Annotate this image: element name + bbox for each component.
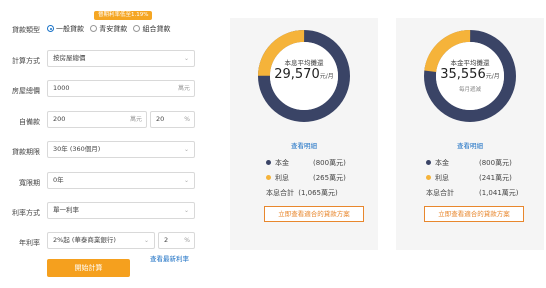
payment-donut-chart: 本息平均攤還 29,570元/月 — [257, 29, 351, 123]
interest-row: 利息 (241萬元) — [426, 173, 512, 183]
result-panel-equal-payment: 本息平均攤還 29,570元/月 查看明細 本金 (800萬元) 利息 (265… — [230, 18, 378, 250]
loan-type-option-youth[interactable]: 青安貸款 — [90, 25, 127, 33]
monthly-amount: 29,570元/月 — [257, 67, 351, 82]
principal-row: 本金 (800萬元) — [426, 158, 512, 168]
total-row: 本息合計 (1,065萬元) — [266, 189, 338, 197]
house-price-label: 房屋總價 — [12, 87, 40, 95]
annual-rate-select[interactable]: 2%起 (華泰商業銀行) ⌄ — [47, 232, 155, 249]
chevron-down-icon: ⌄ — [183, 207, 189, 214]
principal-row: 本金 (800萬元) — [266, 158, 346, 168]
latest-rate-link[interactable]: 查看最新利率 — [150, 253, 189, 263]
grace-period-select[interactable]: 0年 ⌄ — [47, 172, 195, 189]
calc-method-label: 計算方式 — [12, 57, 40, 65]
view-loan-plans-button[interactable]: 立即查看適合的貸款方案 — [264, 206, 364, 222]
interest-legend-dot-icon — [266, 175, 271, 180]
annual-rate-percent-input[interactable]: 2 % — [158, 232, 195, 249]
result-panel-equal-principal: 本金平均攤還 35,556元/月 每月遞減 查看明細 本金 (800萬元) 利息… — [396, 18, 544, 250]
loan-term-label: 貸款期限 — [12, 148, 40, 156]
loan-type-radio-group: 一般貸款 青安貸款 組合貸款 — [47, 24, 170, 34]
interest-row: 利息 (265萬元) — [266, 173, 346, 183]
monthly-amount-value: 29,570 — [274, 67, 320, 82]
loan-type-option-combo[interactable]: 組合貸款 — [133, 25, 170, 33]
chevron-down-icon: ⌄ — [183, 177, 189, 184]
monthly-amount: 35,556元/月 — [423, 67, 517, 82]
monthly-amount-value: 35,556 — [440, 67, 486, 82]
payment-donut-chart: 本金平均攤還 35,556元/月 每月遞減 — [423, 29, 517, 123]
start-calculation-button[interactable]: 開始計算 — [47, 259, 130, 277]
chevron-down-icon: ⌄ — [143, 237, 149, 244]
principal-legend-dot-icon — [426, 160, 431, 165]
loan-term-select[interactable]: 30年 (360個月) ⌄ — [47, 141, 195, 158]
annual-rate-label: 年利率 — [19, 239, 40, 247]
calc-method-select[interactable]: 按房屋總價 ⌄ — [47, 50, 195, 67]
view-details-link[interactable]: 查看明細 — [396, 140, 544, 150]
grace-period-label: 寬限期 — [19, 179, 40, 187]
donut-caption: 本金平均攤還 — [450, 59, 490, 67]
monthly-amount-unit: 元/月 — [485, 73, 500, 80]
donut-sub-caption: 每月遞減 — [458, 87, 481, 93]
radio-selected-icon — [47, 25, 54, 32]
interest-legend-dot-icon — [426, 175, 431, 180]
radio-icon — [90, 25, 98, 32]
down-payment-percent-input[interactable]: 20 % — [150, 111, 195, 128]
view-loan-plans-button[interactable]: 立即查看適合的貸款方案 — [424, 206, 524, 222]
rate-method-select[interactable]: 單一利率 ⌄ — [47, 202, 195, 219]
principal-legend-dot-icon — [266, 160, 271, 165]
chevron-down-icon: ⌄ — [183, 146, 189, 153]
donut-caption: 本息平均攤還 — [284, 59, 324, 67]
total-row: 本息合計 (1,041萬元) — [426, 189, 519, 197]
loan-type-label: 貸款類型 — [12, 26, 40, 34]
rate-method-label: 利率方式 — [12, 209, 40, 217]
monthly-amount-unit: 元/月 — [319, 73, 334, 80]
down-payment-label: 自備款 — [19, 118, 40, 126]
loan-type-option-general[interactable]: 一般貸款 — [47, 25, 84, 33]
radio-icon — [133, 25, 141, 32]
promo-badge: 晉期利率低至1.19% — [94, 11, 153, 20]
house-price-input[interactable]: 1000 萬元 — [47, 80, 195, 97]
chevron-down-icon: ⌄ — [183, 55, 189, 62]
down-payment-input[interactable]: 200 萬元 — [47, 111, 147, 128]
view-details-link[interactable]: 查看明細 — [230, 140, 378, 150]
